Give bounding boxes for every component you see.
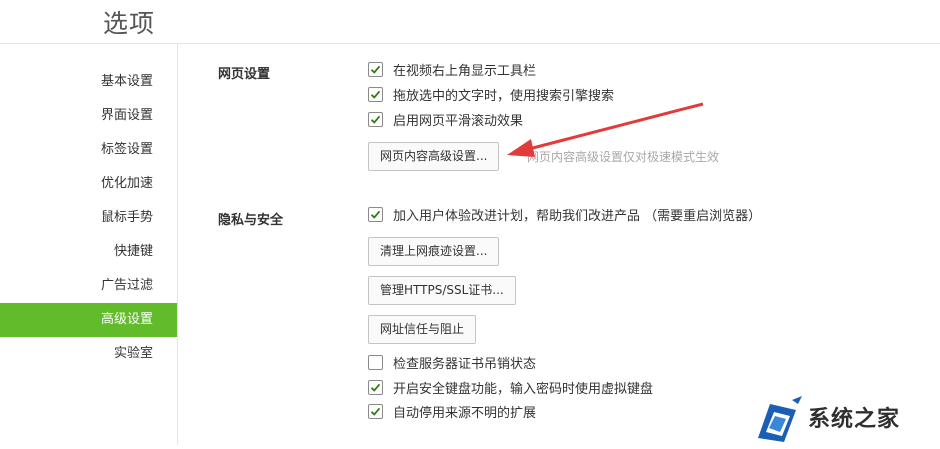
checkbox-check-revocation[interactable] <box>368 355 383 370</box>
option-secure-keyboard: 开启安全键盘功能，输入密码时使用虚拟键盘 <box>368 380 653 398</box>
sidebar-item-adblock[interactable]: 广告过滤 <box>101 269 153 303</box>
option-join-program: 加入用户体验改进计划，帮助我们改进产品 （需要重启浏览器） <box>368 207 761 225</box>
option-drag-search-label: 拖放选中的文字时，使用搜索引擎搜索 <box>393 89 615 104</box>
option-drag-search: 拖放选中的文字时，使用搜索引擎搜索 <box>368 87 614 105</box>
option-smooth-scroll: 启用网页平滑滚动效果 <box>368 112 523 130</box>
sidebar-item-basic[interactable]: 基本设置 <box>101 65 153 99</box>
option-disable-unknown-extensions: 自动停用来源不明的扩展 <box>368 404 536 422</box>
sidebar-item-lab[interactable]: 实验室 <box>114 337 153 371</box>
option-check-revocation-label: 检查服务器证书吊销状态 <box>393 357 537 372</box>
checkbox-disable-unknown-extensions[interactable] <box>368 404 383 419</box>
sidebar-item-tabs[interactable]: 标签设置 <box>101 133 153 167</box>
advanced-content-settings-button[interactable]: 网页内容高级设置... <box>368 142 500 171</box>
checkbox-smooth-scroll[interactable] <box>368 112 383 127</box>
manage-https-certificates-button[interactable]: 管理HTTPS/SSL证书... <box>368 276 516 305</box>
url-trust-block-button[interactable]: 网址信任与阻止 <box>368 315 477 344</box>
option-video-toolbar-label: 在视频右上角显示工具栏 <box>393 64 537 79</box>
webpage-section-title: 网页设置 <box>218 67 271 82</box>
sidebar-item-interface[interactable]: 界面设置 <box>101 99 153 133</box>
checkbox-secure-keyboard[interactable] <box>368 380 383 395</box>
sidebar: 基本设置 界面设置 标签设置 优化加速 鼠标手势 快捷键 广告过滤 高级设置 实… <box>0 44 177 445</box>
clear-traces-settings-button[interactable]: 清理上网痕迹设置... <box>368 237 500 266</box>
sidebar-item-acceleration[interactable]: 优化加速 <box>101 167 153 201</box>
privacy-section-title: 隐私与安全 <box>218 213 284 228</box>
option-disable-unknown-extensions-label: 自动停用来源不明的扩展 <box>393 406 537 421</box>
option-secure-keyboard-label: 开启安全键盘功能，输入密码时使用虚拟键盘 <box>393 382 654 397</box>
sidebar-divider <box>177 44 178 445</box>
checkbox-join-program[interactable] <box>368 207 383 222</box>
option-video-toolbar: 在视频右上角显示工具栏 <box>368 62 536 80</box>
sidebar-item-shortcuts[interactable]: 快捷键 <box>114 235 153 269</box>
option-check-revocation: 检查服务器证书吊销状态 <box>368 355 536 373</box>
sidebar-item-mouse-gestures[interactable]: 鼠标手势 <box>101 201 153 235</box>
sidebar-item-advanced[interactable]: 高级设置 <box>0 303 177 337</box>
watermark-text: 系统之家 <box>808 407 901 432</box>
page-title: 选项 <box>103 9 156 38</box>
advanced-settings-hint: 网页内容高级设置仅对极速模式生效 <box>527 150 720 164</box>
option-join-program-label: 加入用户体验改进计划，帮助我们改进产品 （需要重启浏览器） <box>393 209 762 224</box>
option-smooth-scroll-label: 启用网页平滑滚动效果 <box>393 114 524 129</box>
checkbox-video-toolbar[interactable] <box>368 62 383 77</box>
checkbox-drag-search[interactable] <box>368 87 383 102</box>
